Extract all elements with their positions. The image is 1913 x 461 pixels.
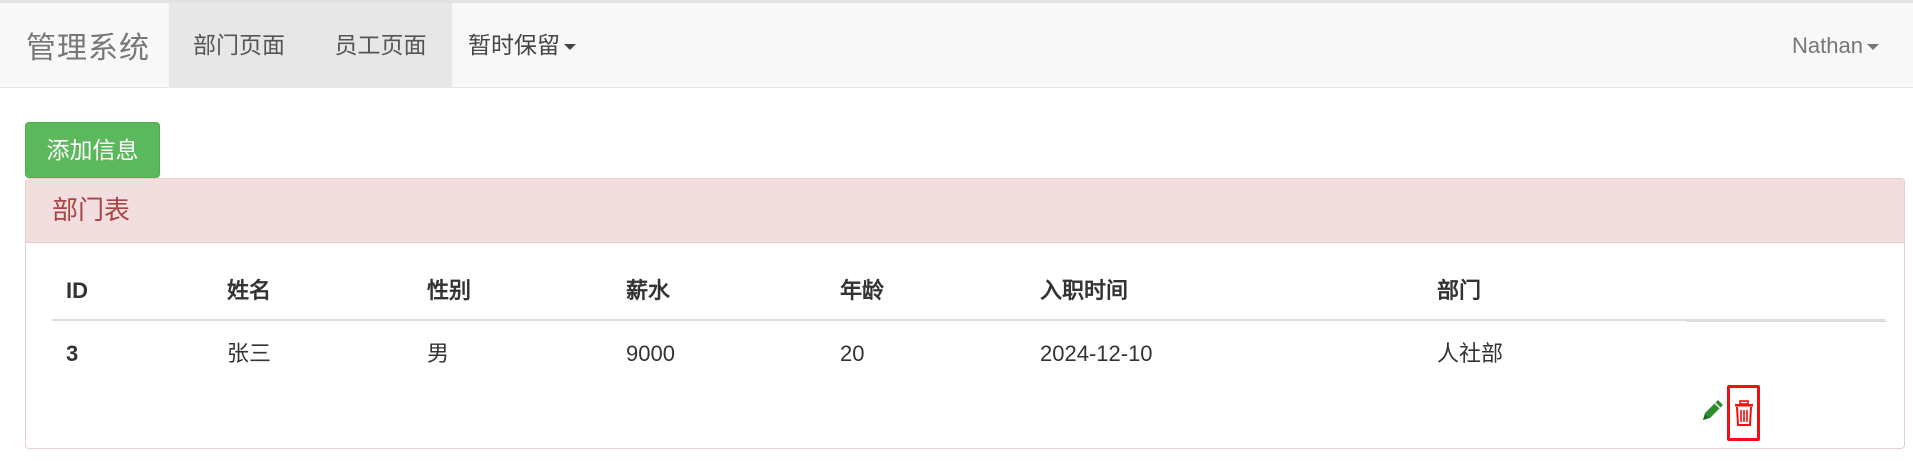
column-header-hire-date: 入职时间	[1040, 278, 1129, 303]
user-name: Nathan	[1792, 33, 1863, 58]
nav-item-department[interactable]: 部门页面	[169, 3, 309, 88]
nav-dropdown-reserved-label: 暂时保留	[468, 32, 560, 58]
pencil-icon	[1703, 400, 1723, 420]
caret-down-icon	[1867, 44, 1879, 51]
trash-icon	[1735, 400, 1753, 426]
table-row: 3 张三 男 9000 20 2024-12-10 人社部	[52, 321, 1885, 441]
column-header-id: ID	[66, 278, 88, 303]
cell-age: 20	[840, 341, 865, 366]
caret-down-icon	[564, 43, 576, 50]
column-header-department: 部门	[1437, 278, 1482, 303]
user-menu[interactable]: Nathan	[1792, 3, 1879, 88]
table-header-row: ID 姓名 性别 薪水 年龄 入职时间 部门	[52, 261, 1885, 321]
cell-hire-date: 2024-12-10	[1040, 341, 1153, 366]
column-header-salary: 薪水	[626, 278, 671, 303]
delete-button[interactable]	[1727, 385, 1760, 441]
navbar: 管理系统 部门页面 员工页面 暂时保留 Nathan	[0, 0, 1913, 88]
nav-item-department-label: 部门页面	[193, 32, 285, 58]
column-header-name: 姓名	[227, 278, 272, 303]
nav-dropdown-reserved[interactable]: 暂时保留	[452, 3, 592, 88]
add-info-button[interactable]: 添加信息	[25, 122, 160, 178]
cell-gender: 男	[427, 341, 450, 366]
column-header-gender: 性别	[427, 278, 472, 303]
nav-item-employee[interactable]: 员工页面	[309, 3, 452, 88]
nav-item-employee-label: 员工页面	[334, 32, 427, 58]
column-header-age: 年龄	[840, 278, 885, 303]
edit-button[interactable]	[1700, 397, 1726, 423]
cell-id: 3	[66, 341, 79, 366]
panel-title: 部门表	[26, 179, 1904, 243]
cell-salary: 9000	[626, 341, 675, 366]
cell-name: 张三	[227, 341, 272, 366]
department-panel: 部门表 ID 姓名 性别 薪水 年龄 入职时间 部门 3 张三 男 9000 2…	[25, 178, 1905, 449]
data-table: ID 姓名 性别 薪水 年龄 入职时间 部门 3 张三 男 9000 20 20…	[52, 261, 1887, 441]
brand-title[interactable]: 管理系统	[26, 23, 150, 67]
cell-department: 人社部	[1437, 341, 1504, 366]
